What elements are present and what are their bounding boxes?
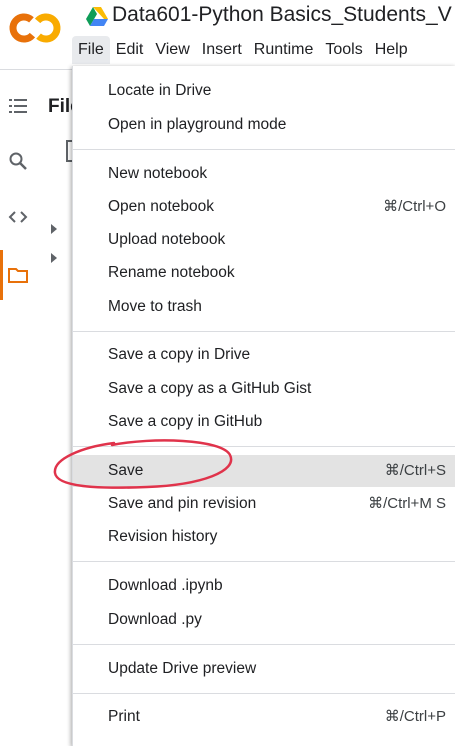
menubar: File Edit View Insert Runtime Tools Help	[72, 36, 414, 66]
menu-item-revision-history[interactable]: Revision history	[73, 521, 455, 553]
menu-separator	[73, 561, 455, 562]
notebook-title[interactable]: Data601-Python Basics_Students_V	[112, 3, 452, 27]
menu-item-save-and-pin[interactable]: Save and pin revision ⌘/Ctrl+M S	[73, 488, 455, 520]
menu-tools[interactable]: Tools	[319, 36, 368, 64]
menu-item-update-drive-preview[interactable]: Update Drive preview	[73, 653, 455, 685]
google-drive-icon[interactable]	[86, 6, 108, 26]
menu-file[interactable]: File	[72, 36, 110, 64]
menu-separator	[73, 693, 455, 694]
menu-help[interactable]: Help	[369, 36, 414, 64]
menu-item-move-to-trash[interactable]: Move to trash	[73, 291, 455, 323]
menu-item-new-notebook[interactable]: New notebook	[73, 158, 455, 190]
shortcut-label: ⌘/Ctrl+O	[383, 198, 446, 215]
menu-item-save-copy-drive[interactable]: Save a copy in Drive	[73, 339, 455, 371]
menu-item-rename-notebook[interactable]: Rename notebook	[73, 257, 455, 289]
menu-separator	[73, 446, 455, 447]
active-rail-indicator	[0, 250, 3, 300]
shortcut-label: ⌘/Ctrl+S	[384, 462, 446, 479]
menu-item-locate-in-drive[interactable]: Locate in Drive	[73, 75, 455, 107]
shortcut-label: ⌘/Ctrl+M S	[368, 495, 446, 512]
menu-item-download-ipynb[interactable]: Download .ipynb	[73, 570, 455, 602]
menu-item-save-copy-github[interactable]: Save a copy in GitHub	[73, 406, 455, 438]
menu-item-save[interactable]: Save ⌘/Ctrl+S	[73, 455, 455, 487]
folder-icon[interactable]	[8, 265, 28, 285]
menu-item-open-notebook[interactable]: Open notebook ⌘/Ctrl+O	[73, 191, 455, 223]
colab-logo[interactable]	[8, 6, 64, 50]
menu-item-print[interactable]: Print ⌘/Ctrl+P	[73, 701, 455, 733]
search-icon[interactable]	[8, 151, 28, 171]
menu-item-open-playground[interactable]: Open in playground mode	[73, 109, 455, 141]
file-menu-dropdown: Locate in Drive Open in playground mode …	[72, 66, 455, 746]
table-of-contents-icon[interactable]	[8, 96, 28, 116]
menu-item-upload-notebook[interactable]: Upload notebook	[73, 224, 455, 256]
menu-runtime[interactable]: Runtime	[248, 36, 320, 64]
menu-insert[interactable]: Insert	[196, 36, 248, 64]
shortcut-label: ⌘/Ctrl+P	[384, 708, 446, 725]
code-snippets-icon[interactable]	[8, 207, 28, 227]
menu-separator	[73, 644, 455, 645]
expand-arrow-icon[interactable]	[51, 224, 57, 234]
menu-separator	[73, 149, 455, 150]
menu-edit[interactable]: Edit	[110, 36, 150, 64]
expand-arrow-icon[interactable]	[51, 253, 57, 263]
menu-view[interactable]: View	[149, 36, 195, 64]
menu-item-download-py[interactable]: Download .py	[73, 604, 455, 636]
menu-separator	[73, 331, 455, 332]
menu-item-save-copy-gist[interactable]: Save a copy as a GitHub Gist	[73, 373, 455, 405]
